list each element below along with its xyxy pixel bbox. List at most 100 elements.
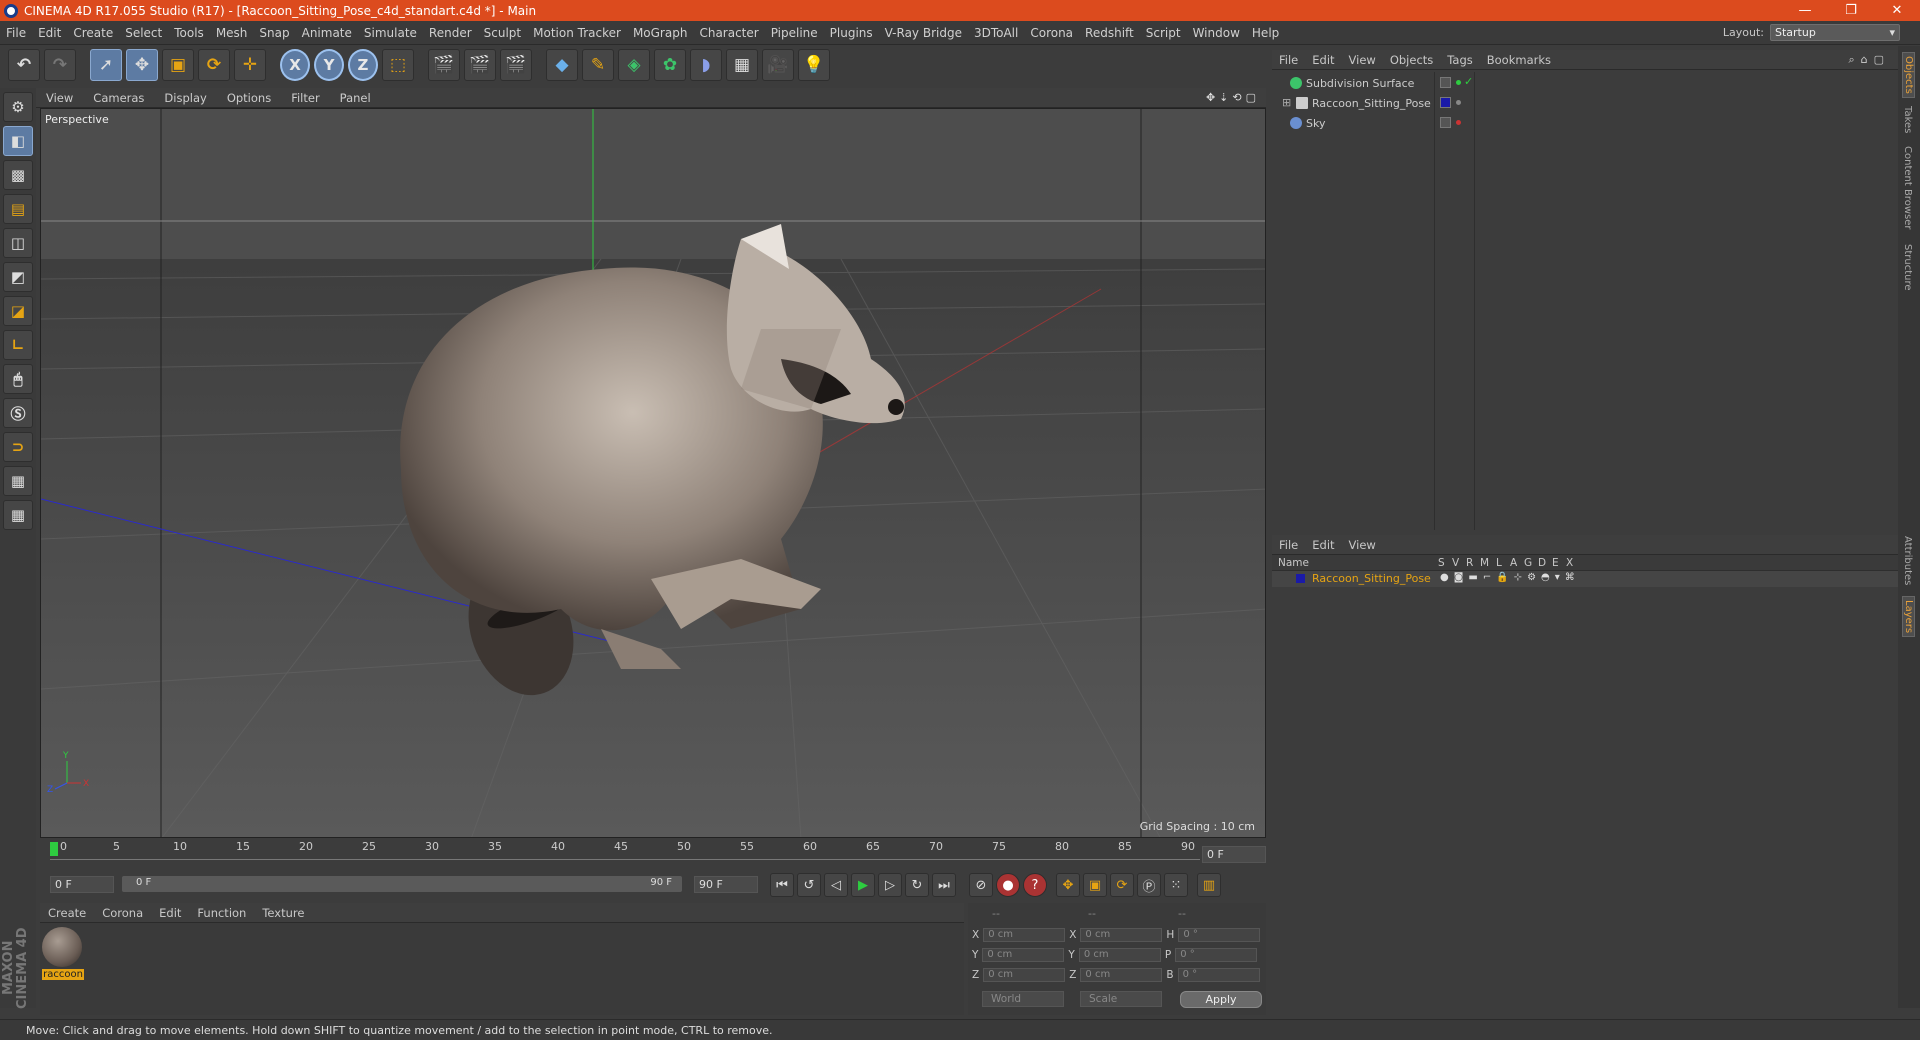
record-point-level-icon[interactable]: ⁙: [1164, 873, 1188, 897]
object-manager-search-icon[interactable]: ⌕⌂▢: [1848, 53, 1890, 67]
live-selection-icon[interactable]: ➚: [90, 49, 122, 81]
tweak-mode-icon[interactable]: 🖱: [3, 364, 33, 394]
material-menu-create[interactable]: Create: [40, 906, 94, 920]
goto-prev-key-icon[interactable]: ↺: [797, 873, 821, 897]
step-forward-icon[interactable]: ▷: [878, 873, 902, 897]
material-menu-function[interactable]: Function: [189, 906, 254, 920]
camera-object-icon[interactable]: 🎥: [762, 49, 794, 81]
menu-3dtoall[interactable]: 3DToAll: [968, 26, 1024, 40]
keyframe-selection-icon[interactable]: ⊘: [969, 873, 993, 897]
menu-file[interactable]: File: [0, 26, 32, 40]
cube-object-icon[interactable]: ◆: [546, 49, 578, 81]
end-frame-field[interactable]: 90 F: [694, 876, 758, 893]
menu-window[interactable]: Window: [1187, 26, 1246, 40]
pen-spline-icon[interactable]: ✎: [582, 49, 614, 81]
menu-plugins[interactable]: Plugins: [824, 26, 879, 40]
polygons-mode-icon[interactable]: ◪: [3, 296, 33, 326]
close-button[interactable]: ✕: [1874, 3, 1920, 18]
size-z-field[interactable]: 0 cm: [1080, 968, 1163, 982]
size-y-field[interactable]: 0 cm: [1078, 948, 1161, 962]
goto-start-icon[interactable]: ⏮: [770, 873, 794, 897]
viewport-navigation-icons[interactable]: ✥⇣⟲▢: [1206, 91, 1260, 104]
record-parameter-icon[interactable]: Ⓟ: [1137, 873, 1161, 897]
enable-axis-icon[interactable]: ∟: [3, 330, 33, 360]
workplane-mode-icon[interactable]: ▤: [3, 194, 33, 224]
model-mode-icon[interactable]: ◧: [3, 126, 33, 156]
size-x-field[interactable]: 0 cm: [1080, 928, 1163, 942]
deformer-icon[interactable]: ◗: [690, 49, 722, 81]
layer-toggle-icons[interactable]: ●◙▬⌐🔒⊹⚙◓▾⌘: [1440, 572, 1580, 583]
maximize-button[interactable]: ❐: [1828, 3, 1874, 18]
record-position-icon[interactable]: ✥: [1056, 873, 1080, 897]
start-frame-field[interactable]: 0 F: [50, 876, 114, 893]
menu-render[interactable]: Render: [423, 26, 478, 40]
visibility-dot[interactable]: [1456, 100, 1461, 105]
layer-toggle[interactable]: [1440, 117, 1451, 128]
material-menu-edit[interactable]: Edit: [151, 906, 189, 920]
material-menu-texture[interactable]: Texture: [254, 906, 312, 920]
layer-menu-file[interactable]: File: [1272, 538, 1305, 552]
menu-corona[interactable]: Corona: [1024, 26, 1079, 40]
render-picture-viewer-icon[interactable]: 🎬: [464, 49, 496, 81]
object-row-sky[interactable]: Sky: [1272, 114, 1898, 132]
record-rotation-icon[interactable]: ⟳: [1110, 873, 1134, 897]
render-view-icon[interactable]: 🎬: [428, 49, 460, 81]
object-row-raccoon-sitting-pose[interactable]: ⊞ Raccoon_Sitting_Pose: [1272, 94, 1898, 112]
layer-toggle[interactable]: [1440, 77, 1451, 88]
goto-next-key-icon[interactable]: ↻: [905, 873, 929, 897]
points-mode-icon[interactable]: ◫: [3, 228, 33, 258]
menu-select[interactable]: Select: [119, 26, 168, 40]
z-axis-lock-icon[interactable]: Z: [348, 49, 378, 81]
viewport-menu-panel[interactable]: Panel: [330, 91, 381, 105]
menu-edit[interactable]: Edit: [32, 26, 67, 40]
menu-mesh[interactable]: Mesh: [210, 26, 254, 40]
menu-pipeline[interactable]: Pipeline: [765, 26, 824, 40]
x-axis-lock-icon[interactable]: X: [280, 49, 310, 81]
position-z-field[interactable]: 0 cm: [983, 968, 1066, 982]
object-menu-view[interactable]: View: [1342, 53, 1383, 67]
rotation-b-field[interactable]: 0 °: [1177, 968, 1260, 982]
undo-icon[interactable]: ↶: [8, 49, 40, 81]
viewport-menu-cameras[interactable]: Cameras: [83, 91, 154, 105]
move-tool-icon[interactable]: ✥: [126, 49, 158, 81]
apply-button[interactable]: Apply: [1180, 991, 1262, 1008]
menu-simulate[interactable]: Simulate: [358, 26, 423, 40]
visibility-dot[interactable]: [1456, 80, 1461, 85]
edges-mode-icon[interactable]: ◩: [3, 262, 33, 292]
position-y-field[interactable]: 0 cm: [982, 948, 1065, 962]
tab-objects[interactable]: Objects: [1902, 52, 1915, 98]
texture-mode-icon[interactable]: ▩: [3, 160, 33, 190]
rotate-tool-icon[interactable]: ⟳: [198, 49, 230, 81]
layer-menu-view[interactable]: View: [1342, 538, 1383, 552]
object-menu-edit[interactable]: Edit: [1305, 53, 1341, 67]
preview-range-slider[interactable]: 0 F 90 F: [122, 876, 682, 892]
record-scale-icon[interactable]: ▣: [1083, 873, 1107, 897]
menu-snap[interactable]: Snap: [253, 26, 295, 40]
visibility-dot[interactable]: [1456, 120, 1461, 125]
coordinate-system-icon[interactable]: ⬚: [382, 49, 414, 81]
tab-takes[interactable]: Takes: [1902, 106, 1913, 133]
y-axis-lock-icon[interactable]: Y: [314, 49, 344, 81]
menu-redshift[interactable]: Redshift: [1079, 26, 1140, 40]
tab-layers[interactable]: Layers: [1902, 596, 1915, 638]
mograph-cloner-icon[interactable]: ✿: [654, 49, 686, 81]
rotation-h-field[interactable]: 0 °: [1178, 928, 1261, 942]
timeline-window-icon[interactable]: ▥: [1197, 873, 1221, 897]
scale-tool-icon[interactable]: ▣: [162, 49, 194, 81]
make-editable-icon[interactable]: ⚙: [3, 92, 33, 122]
tab-structure[interactable]: Structure: [1902, 244, 1913, 291]
material-menu-corona[interactable]: Corona: [94, 906, 151, 920]
goto-end-icon[interactable]: ⏭: [932, 873, 956, 897]
menu-tools[interactable]: Tools: [168, 26, 210, 40]
layer-menu-edit[interactable]: Edit: [1305, 538, 1341, 552]
menu-motion-tracker[interactable]: Motion Tracker: [527, 26, 627, 40]
material-manager[interactable]: raccoon: [40, 923, 964, 1015]
coordinate-mode-select[interactable]: World: [982, 991, 1064, 1007]
layout-select[interactable]: Startup: [1770, 24, 1900, 41]
recent-tool-icon[interactable]: ✛: [234, 49, 266, 81]
autokeying-icon[interactable]: ?: [1023, 873, 1047, 897]
object-row-subdivision-surface[interactable]: Subdivision Surface ✓: [1272, 74, 1898, 92]
object-menu-objects[interactable]: Objects: [1383, 53, 1440, 67]
perspective-viewport[interactable]: Y X Z Perspective Grid Spacing : 10 cm: [40, 108, 1266, 838]
object-menu-tags[interactable]: Tags: [1440, 53, 1479, 67]
